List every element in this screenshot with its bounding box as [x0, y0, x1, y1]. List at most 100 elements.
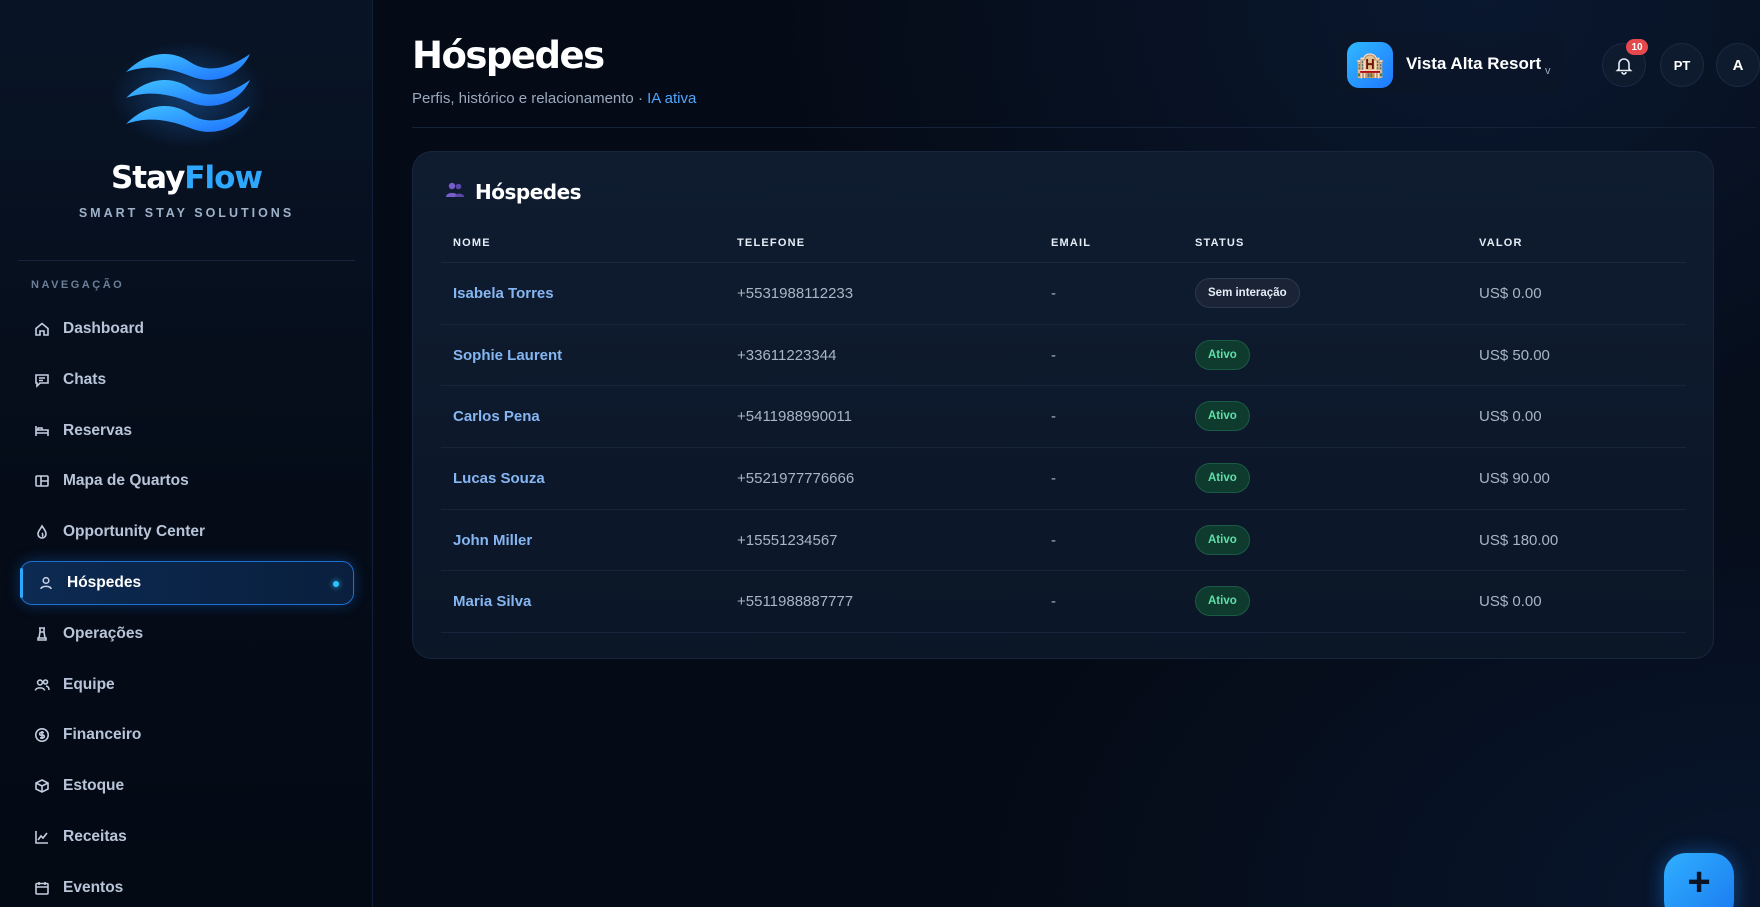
sidebar-item-receitas[interactable]: Receitas — [20, 815, 354, 859]
sidebar-item-label: Eventos — [63, 878, 124, 896]
guest-phone: +5531988112233 — [737, 285, 854, 302]
guest-name-link[interactable]: John Miller — [453, 532, 532, 549]
guests-card: Hóspedes NOME TELEFONE EMAIL STATUS VALO… — [412, 151, 1714, 659]
guest-email: - — [1051, 470, 1056, 488]
guest-value: US$ 50.00 — [1479, 346, 1550, 364]
table-row[interactable]: Maria Silva +5511988887777 - Ativo US$ 0… — [441, 571, 1686, 634]
guest-name-link[interactable]: Sophie Laurent — [453, 347, 562, 364]
sidebar-item-label: Receitas — [63, 827, 127, 845]
dollar-icon — [34, 727, 50, 743]
sidebar-item-label: Mapa de Quartos — [63, 472, 189, 490]
waves-logo-icon — [126, 53, 250, 132]
sidebar-item-label: Dashboard — [63, 320, 144, 337]
user-icon — [38, 575, 54, 591]
table-row[interactable]: Isabela Torres +5531988112233 - Sem inte… — [441, 263, 1686, 325]
sidebar-item-equipe[interactable]: Equipe — [20, 663, 354, 707]
column-header-status[interactable]: STATUS — [1195, 237, 1245, 249]
sidebar-item-mapa-de-quartos[interactable]: Mapa de Quartos — [20, 459, 354, 503]
hotel-name: Vista Alta Resort — [1406, 54, 1542, 73]
status-badge: Ativo — [1195, 586, 1250, 617]
column-header-valor[interactable]: VALOR — [1479, 237, 1523, 249]
sidebar-item-opportunity-center[interactable]: Opportunity Center — [20, 510, 354, 554]
sidebar-item-label: Operações — [63, 624, 144, 642]
users-icon — [445, 181, 465, 204]
add-guest-button[interactable]: + — [1664, 853, 1734, 907]
guest-value: US$ 0.00 — [1479, 408, 1542, 426]
brand-logo[interactable]: StayFlow SMART STAY SOLUTIONS — [0, 40, 373, 230]
guest-value: US$ 0.00 — [1479, 593, 1542, 611]
sidebar-nav: Dashboard Chats Reservas Mapa de Quartos… — [20, 307, 354, 907]
guest-phone: +15551234567 — [737, 531, 838, 549]
table-row[interactable]: Sophie Laurent +33611223344 - Ativo US$ … — [441, 325, 1686, 387]
guest-name-link[interactable]: Isabela Torres — [453, 285, 554, 302]
sidebar-item-label: Opportunity Center — [63, 523, 206, 541]
sidebar: StayFlow SMART STAY SOLUTIONS NAVEGAÇÃO … — [0, 0, 373, 907]
guest-email: - — [1051, 408, 1056, 426]
sidebar-item-label: Hóspedes — [67, 573, 142, 591]
avatar[interactable]: A — [1716, 43, 1760, 87]
home-icon — [34, 321, 50, 337]
guest-email: - — [1051, 285, 1056, 302]
guest-phone: +5511988887777 — [737, 593, 854, 611]
sidebar-item-reservas[interactable]: Reservas — [20, 409, 354, 453]
sidebar-item-label: Chats — [63, 370, 107, 388]
notifications-button[interactable]: 10 — [1602, 39, 1648, 87]
box-icon — [34, 778, 50, 794]
guest-email: - — [1051, 346, 1056, 364]
main-content: Hóspedes Perfis, histórico e relacioname… — [374, 0, 1760, 907]
table-header: NOME TELEFONE EMAIL STATUS VALOR — [441, 225, 1686, 263]
ia-status-link[interactable]: IA ativa — [647, 90, 696, 107]
hotel-icon: 🏨 — [1347, 42, 1393, 88]
flame-icon — [34, 524, 50, 540]
sidebar-item-dashboard[interactable]: Dashboard — [20, 307, 354, 351]
card-title-text: Hóspedes — [475, 180, 582, 204]
sidebar-item-label: Estoque — [63, 777, 125, 795]
nav-heading: NAVEGAÇÃO — [31, 279, 125, 291]
status-badge: Ativo — [1195, 524, 1250, 555]
guest-value: US$ 180.00 — [1479, 531, 1559, 549]
sidebar-item-label: Financeiro — [63, 726, 142, 744]
layout-icon — [34, 473, 50, 489]
language-button[interactable]: PT — [1660, 43, 1704, 87]
page-title: Hóspedes — [412, 34, 605, 77]
sidebar-item-operacoes[interactable]: Operações — [20, 612, 354, 656]
sidebar-item-financeiro[interactable]: Financeiro — [20, 713, 354, 757]
brand-name: StayFlow — [0, 160, 373, 196]
chess-icon — [34, 626, 50, 642]
column-header-nome[interactable]: NOME — [453, 237, 491, 249]
notification-count-badge: 10 — [1626, 39, 1648, 55]
table-row[interactable]: Carlos Pena +5411988990011 - Ativo US$ 0… — [441, 386, 1686, 449]
brand-tagline: SMART STAY SOLUTIONS — [78, 206, 295, 220]
guest-name-link[interactable]: Maria Silva — [453, 593, 531, 610]
page-header: Hóspedes Perfis, histórico e relacioname… — [412, 28, 1760, 128]
guest-phone: +5521977776666 — [737, 470, 855, 488]
chevron-down-icon: v — [1545, 65, 1551, 77]
bed-icon — [34, 423, 50, 439]
guest-value: US$ 0.00 — [1479, 285, 1542, 302]
sidebar-item-hospedes[interactable]: Hóspedes — [20, 560, 354, 605]
table-row[interactable]: Lucas Souza +5521977776666 - Ativo US$ 9… — [441, 448, 1686, 510]
brand-name-part1: Stay — [110, 160, 185, 196]
guest-email: - — [1051, 531, 1056, 549]
active-indicator-dot — [333, 580, 339, 587]
sidebar-item-chats[interactable]: Chats — [20, 358, 354, 402]
column-header-email[interactable]: EMAIL — [1051, 237, 1091, 249]
brand-name-part2: Flow — [184, 160, 263, 196]
guest-name-link[interactable]: Lucas Souza — [453, 470, 545, 487]
status-badge: Ativo — [1195, 401, 1250, 432]
sidebar-item-estoque[interactable]: Estoque — [20, 764, 354, 808]
guest-phone: +33611223344 — [737, 346, 837, 364]
sidebar-item-label: Reservas — [63, 421, 132, 439]
status-badge: Ativo — [1195, 339, 1250, 370]
team-icon — [34, 677, 50, 693]
guest-name-link[interactable]: Carlos Pena — [453, 408, 540, 425]
table-row[interactable]: John Miller +15551234567 - Ativo US$ 180… — [441, 510, 1686, 572]
status-badge: Ativo — [1195, 463, 1250, 494]
guest-phone: +5411988990011 — [737, 408, 852, 426]
card-title: Hóspedes — [445, 180, 582, 204]
status-badge: Sem interação — [1195, 278, 1300, 308]
column-header-telefone[interactable]: TELEFONE — [737, 237, 805, 249]
guests-table: NOME TELEFONE EMAIL STATUS VALOR Isabela… — [441, 225, 1686, 634]
hotel-selector[interactable]: 🏨 Vista Alta Resort v — [1337, 32, 1564, 94]
sidebar-item-eventos[interactable]: Eventos — [20, 866, 354, 907]
